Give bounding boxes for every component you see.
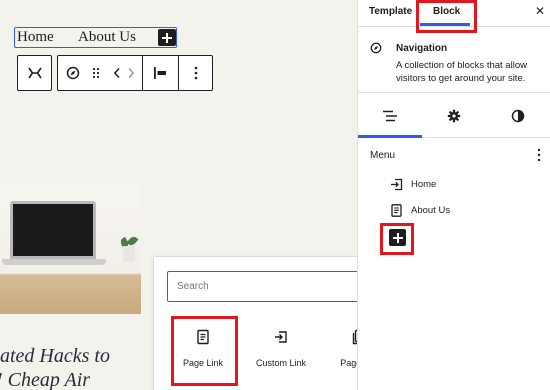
- block-toolbar: [57, 55, 213, 91]
- compass-icon: [66, 66, 80, 80]
- more-options-button[interactable]: [179, 56, 212, 90]
- featured-image: [0, 185, 141, 314]
- move-left-button[interactable]: [110, 56, 124, 90]
- block-type-button[interactable]: [58, 56, 88, 90]
- tab-settings[interactable]: [422, 93, 486, 138]
- add-block-button[interactable]: [158, 29, 176, 46]
- page-icon: [197, 329, 209, 345]
- plant-pot: [123, 246, 135, 262]
- transform-button[interactable]: [18, 56, 51, 90]
- close-icon[interactable]: ✕: [535, 5, 545, 17]
- navigation-transform-icon: [27, 67, 42, 79]
- more-vertical-icon[interactable]: [532, 147, 546, 163]
- chevron-right-icon: [128, 67, 135, 79]
- inspector-subtabs: [358, 93, 550, 138]
- justify-left-icon: [154, 67, 166, 79]
- menu-item-label: Home: [411, 179, 437, 190]
- block-label: Custom Link: [255, 358, 307, 368]
- more-vertical-icon: [194, 66, 197, 80]
- block-custom-link[interactable]: Custom Link: [248, 317, 314, 379]
- menu-item-home[interactable]: Home: [390, 177, 540, 193]
- navigation-block[interactable]: Home About Us: [14, 27, 177, 48]
- block-card-title: Navigation: [396, 43, 448, 54]
- custom-link-icon: [275, 331, 287, 343]
- menu-item-about-us[interactable]: About Us: [390, 203, 540, 219]
- block-card-description: A collection of blocks that allow visito…: [396, 60, 527, 84]
- block-transform-group: [17, 55, 52, 91]
- block-card: Navigation A collection of blocks that a…: [358, 27, 550, 93]
- chevron-left-icon: [113, 67, 120, 79]
- compass-icon: [370, 42, 382, 54]
- justification-button[interactable]: [143, 56, 177, 90]
- tab-block[interactable]: Block: [433, 6, 460, 17]
- block-page-link[interactable]: Page Link: [170, 317, 236, 379]
- search-input[interactable]: [177, 278, 357, 295]
- drag-handle[interactable]: [88, 56, 104, 90]
- tab-template[interactable]: Template: [369, 6, 412, 17]
- laptop-base: [2, 259, 106, 265]
- laptop-screen: [10, 201, 96, 259]
- page-icon: [391, 204, 402, 217]
- active-subtab-indicator: [358, 135, 422, 138]
- active-tab-indicator: [420, 23, 470, 26]
- post-title-line-1: ated Hacks to: [0, 345, 110, 367]
- tab-list-view[interactable]: [358, 93, 422, 138]
- gear-icon: [447, 109, 461, 122]
- add-menu-item-button[interactable]: [389, 229, 406, 246]
- nav-link-home[interactable]: Home: [17, 29, 54, 46]
- post-title-line-2: ! Cheap Air: [0, 369, 91, 390]
- sidebar-tabs: Template Block ✕: [358, 0, 550, 27]
- move-right-button[interactable]: [124, 56, 138, 90]
- settings-sidebar: Template Block ✕ Navigation A collection…: [357, 0, 550, 390]
- contrast-icon: [511, 109, 525, 122]
- login-arrow-icon: [391, 178, 403, 191]
- menu-item-label: About Us: [411, 205, 451, 216]
- tab-styles[interactable]: [486, 93, 550, 138]
- list-view-icon: [383, 110, 397, 121]
- menu-heading: Menu: [370, 150, 396, 161]
- nav-link-about-us[interactable]: About Us: [78, 29, 136, 46]
- block-label: Page Link: [182, 358, 224, 368]
- drag-handle-icon: [92, 67, 100, 79]
